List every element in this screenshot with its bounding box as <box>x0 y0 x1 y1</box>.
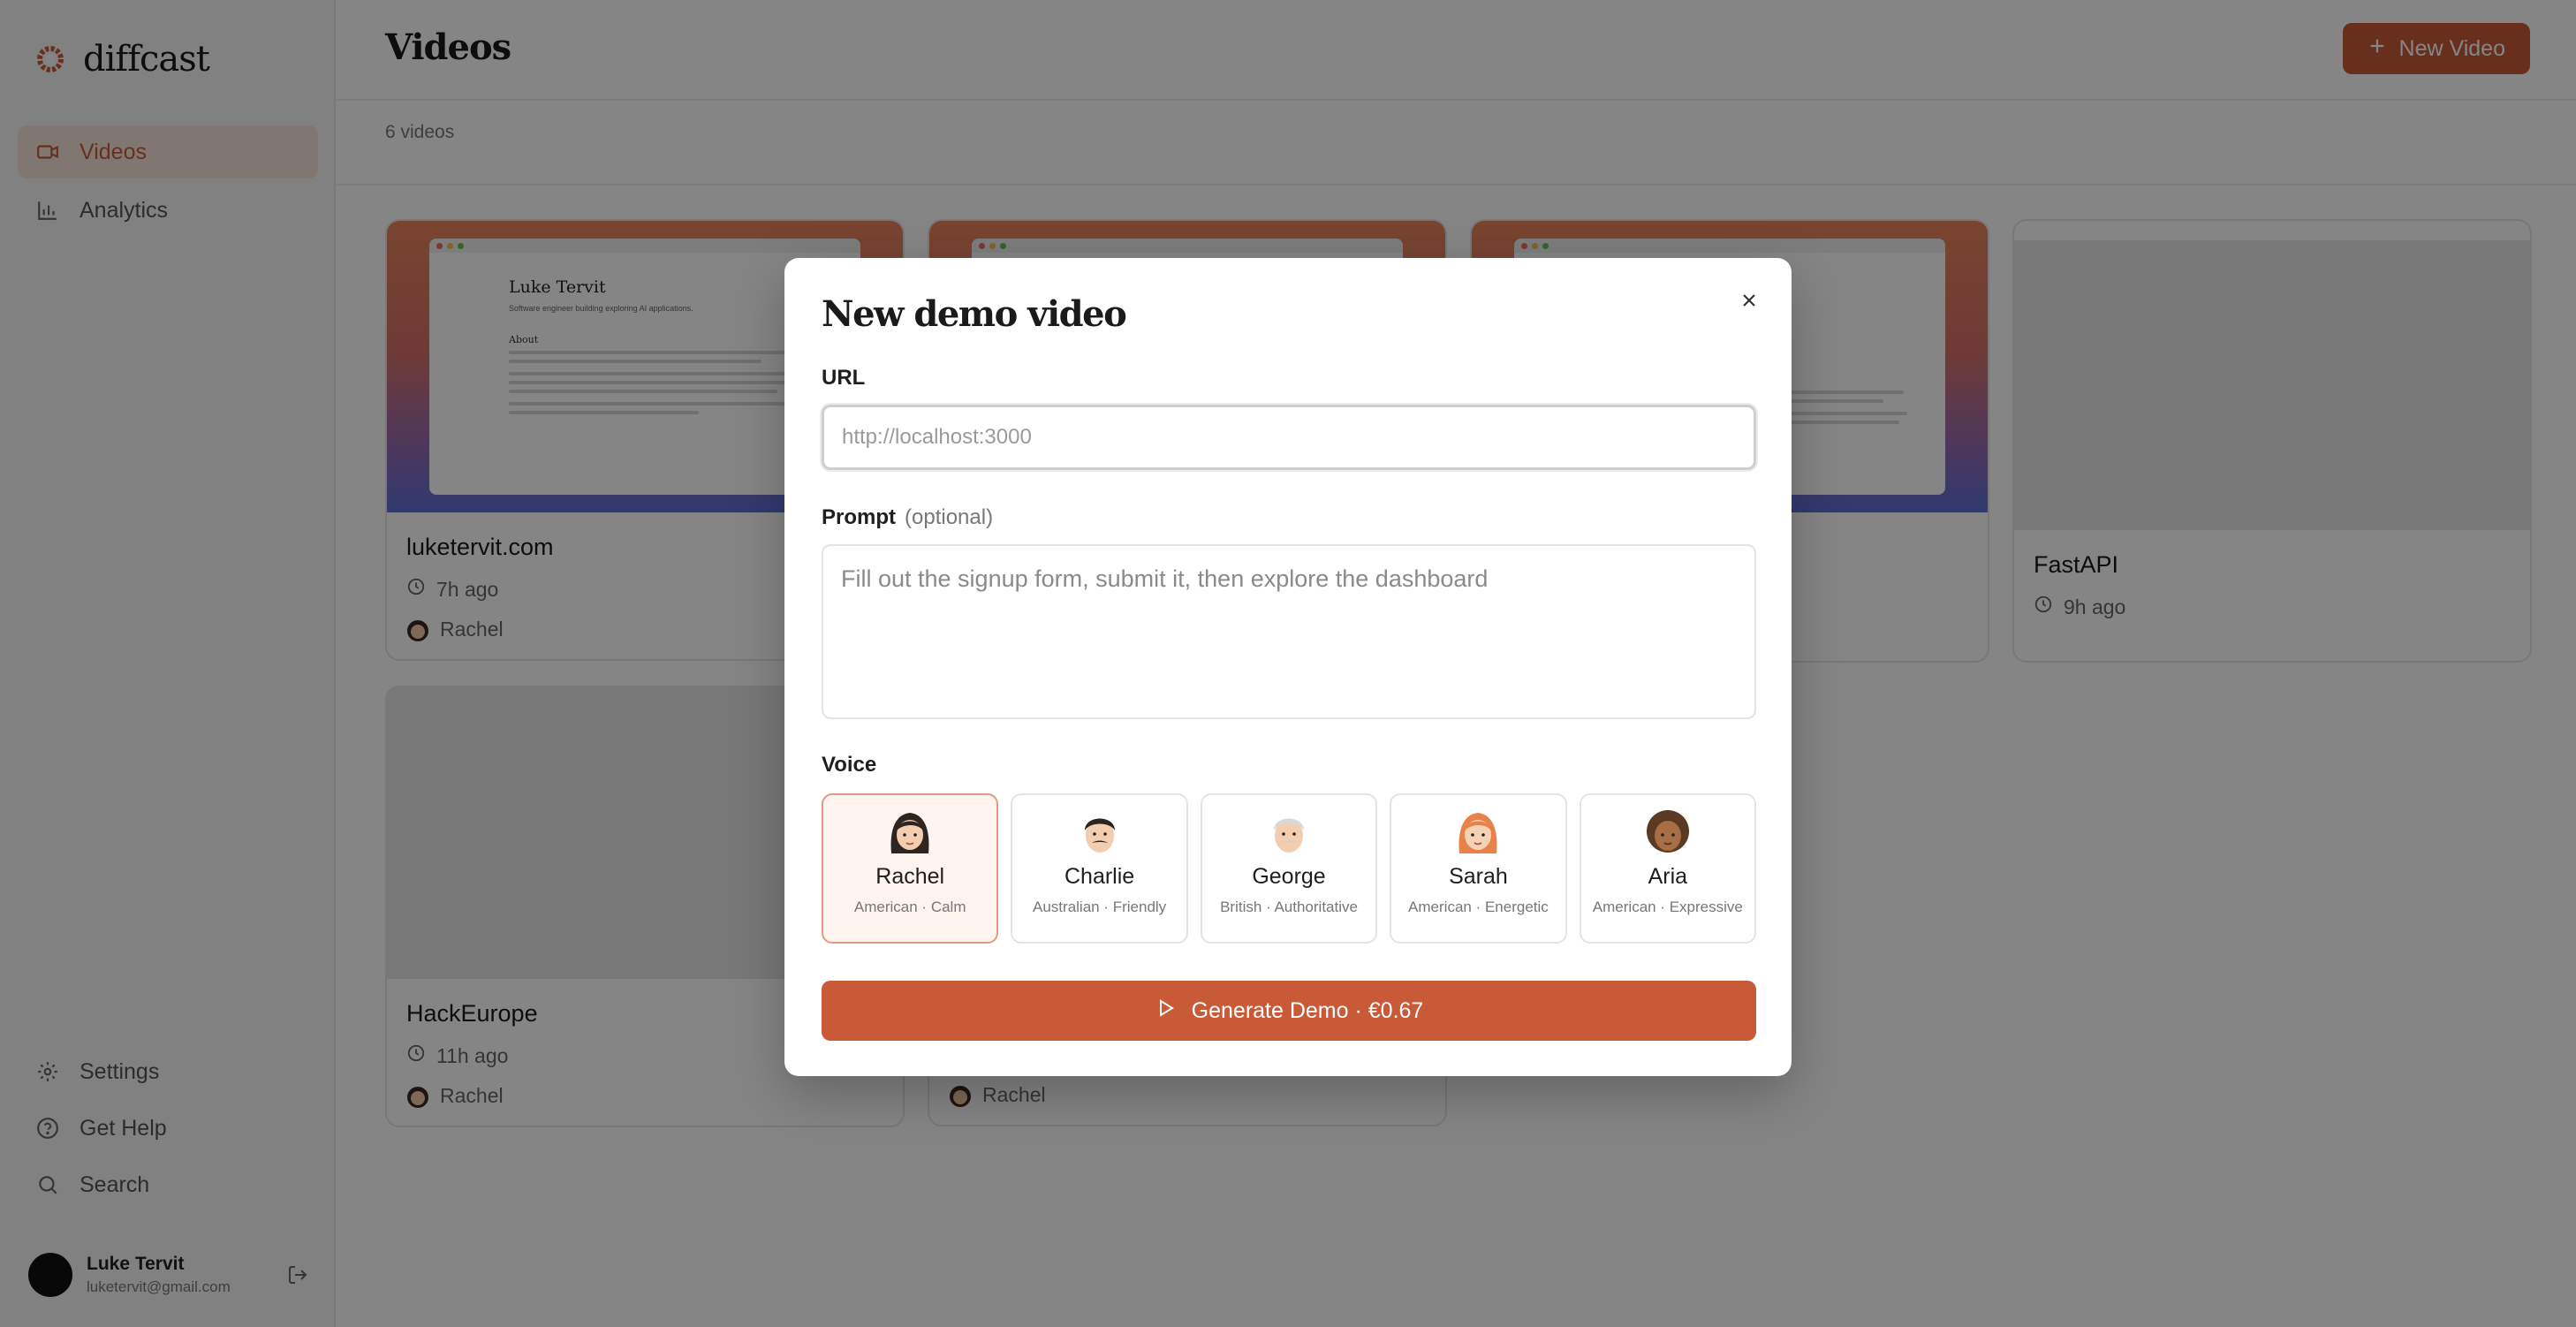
prompt-label: Prompt (optional) <box>822 505 993 530</box>
url-label: URL <box>822 366 866 390</box>
play-icon <box>1155 997 1176 1025</box>
prompt-input[interactable] <box>822 544 1756 719</box>
voice-description: American · Energetic <box>1408 899 1549 915</box>
voice-option-aria[interactable]: Aria American · Expressive <box>1579 793 1757 944</box>
voice-option-rachel[interactable]: Rachel American · Calm <box>822 793 999 944</box>
aria-avatar-icon <box>1646 810 1689 853</box>
voice-option-charlie[interactable]: Charlie Australian · Friendly <box>1011 793 1188 944</box>
prompt-optional-label: (optional) <box>905 505 994 529</box>
voice-name: Sarah <box>1449 864 1508 889</box>
charlie-avatar-icon <box>1084 818 1115 853</box>
voice-name: George <box>1252 864 1326 889</box>
rachel-avatar-icon <box>890 813 929 853</box>
voice-option-george[interactable]: George British · Authoritative <box>1200 793 1378 944</box>
voice-description: Australian · Friendly <box>1033 899 1167 915</box>
voice-name: Aria <box>1648 864 1688 889</box>
prompt-label-text: Prompt <box>822 505 896 529</box>
url-input[interactable] <box>822 405 1756 470</box>
voice-name: Charlie <box>1064 864 1135 889</box>
dialog-title: New demo video <box>822 293 1127 335</box>
voice-description: American · Calm <box>853 899 966 915</box>
close-icon[interactable] <box>1733 284 1765 316</box>
generate-demo-button[interactable]: Generate Demo · €0.67 <box>822 981 1756 1041</box>
voice-selector: Rachel American · Calm Charlie Australia… <box>822 793 1757 944</box>
sarah-avatar-icon <box>1458 813 1497 853</box>
voice-name: Rachel <box>875 864 945 889</box>
voice-description: American · Expressive <box>1592 899 1743 915</box>
new-video-dialog: New demo video URL Prompt (optional) Voic… <box>784 258 1792 1076</box>
generate-label: Generate Demo · €0.67 <box>1191 997 1424 1023</box>
voice-description: British · Authoritative <box>1220 899 1358 915</box>
george-avatar-icon <box>1274 818 1305 853</box>
voice-label: Voice <box>822 753 877 777</box>
voice-option-sarah[interactable]: Sarah American · Energetic <box>1390 793 1567 944</box>
